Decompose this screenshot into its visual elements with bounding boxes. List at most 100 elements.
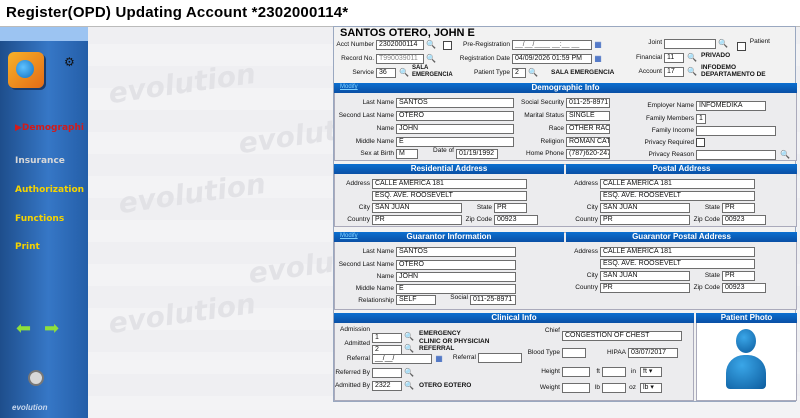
hipaa-field[interactable]: 03/07/2017: [628, 348, 678, 358]
service-search-icon[interactable]: 🔍: [399, 68, 409, 78]
g-second-last-label: Second Last Name: [338, 261, 394, 268]
res-city-field[interactable]: SAN JUAN: [372, 203, 462, 213]
g-last-name-field[interactable]: SANTOS: [396, 247, 516, 257]
postal-zip-field[interactable]: 00923: [722, 215, 766, 225]
postal-country-field[interactable]: PR: [600, 215, 690, 225]
admitted-search-icon[interactable]: 🔍: [404, 344, 414, 354]
account-search-icon[interactable]: 🔍: [687, 67, 697, 77]
height-unit-select[interactable]: ft ▾: [640, 367, 662, 377]
gp-state-field[interactable]: PR: [722, 271, 755, 281]
phone-field[interactable]: (787)620-2474: [566, 149, 610, 159]
referral-date-field[interactable]: __/__/: [372, 354, 432, 364]
record-search-icon[interactable]: 🔍: [426, 54, 436, 64]
patient-type-field[interactable]: 2: [512, 68, 526, 78]
admitted-by-search-icon[interactable]: 🔍: [404, 381, 414, 391]
regdate-calendar-icon[interactable]: ▦: [593, 54, 603, 64]
gp-city-field[interactable]: SAN JUAN: [600, 271, 690, 281]
g-relationship-field[interactable]: SELF: [396, 295, 436, 305]
postal-address-line2[interactable]: ESQ. AVE. ROOSEVELT: [600, 191, 755, 201]
privacy-reason-field[interactable]: [696, 150, 776, 160]
ssn-field[interactable]: 011-25-8971: [566, 98, 610, 108]
income-field[interactable]: [696, 126, 776, 136]
g-name-field[interactable]: JOHN: [396, 272, 516, 282]
chief-field[interactable]: CONGESTION OF CHEST: [562, 331, 682, 341]
guarantor-modify-link[interactable]: Modify: [340, 233, 358, 239]
acct-number-field[interactable]: 2302000114: [376, 40, 424, 50]
gp-country-field[interactable]: PR: [600, 283, 690, 293]
weight-unit-select[interactable]: lb ▾: [640, 383, 662, 393]
exit-icon[interactable]: [28, 370, 44, 386]
admission-search-icon[interactable]: 🔍: [404, 332, 414, 342]
acct-checkbox[interactable]: [443, 41, 452, 50]
service-field[interactable]: 36: [376, 68, 396, 78]
gp-zip-field[interactable]: 00923: [722, 283, 766, 293]
acct-search-icon[interactable]: 🔍: [426, 40, 436, 50]
religion-field[interactable]: ROMAN CATHOLIC CH: [566, 137, 610, 147]
height-label: Height: [541, 368, 560, 375]
family-field[interactable]: 1: [696, 114, 706, 124]
height-ft-field[interactable]: [562, 367, 590, 377]
res-address-line1[interactable]: CALLE AMERICA 181: [372, 179, 527, 189]
name-field[interactable]: JOHN: [396, 124, 514, 134]
weight-oz-field[interactable]: [602, 383, 626, 393]
nav-print[interactable]: Print: [15, 242, 40, 252]
back-arrow-icon[interactable]: ⬅: [16, 318, 31, 339]
employer-label: Employer Name: [647, 102, 694, 109]
weight-lb-field[interactable]: [562, 383, 590, 393]
patient-type-search-icon[interactable]: 🔍: [528, 68, 538, 78]
nav-insurance[interactable]: Insurance: [15, 156, 65, 166]
dob-field[interactable]: 01/19/1992: [456, 149, 498, 159]
height-in-field[interactable]: [602, 367, 626, 377]
race-field[interactable]: OTHER RACE: [566, 124, 610, 134]
g-second-last-field[interactable]: OTERO: [396, 260, 516, 270]
referred-by-field[interactable]: [372, 368, 402, 378]
account-field[interactable]: 17: [664, 67, 684, 77]
res-state-field[interactable]: PR: [494, 203, 527, 213]
admitted-desc: CLINIC OR PHYSICIAN REFERRAL: [419, 338, 490, 352]
postal-state-field[interactable]: PR: [722, 203, 755, 213]
registration-form: SANTOS OTERO, JOHN E Acct Number 2302000…: [333, 26, 797, 402]
gear-icon[interactable]: ⚙: [64, 55, 75, 69]
res-zip-field[interactable]: 00923: [494, 215, 538, 225]
title-bar: Register(OPD) Updating Account *23020001…: [0, 0, 800, 27]
g-middle-field[interactable]: E: [396, 284, 516, 294]
financial-field[interactable]: 11: [664, 53, 684, 63]
prereg-field[interactable]: __/__/____ __:__ __: [512, 40, 592, 50]
regdate-field[interactable]: 04/09/2026 01:59 PM: [512, 54, 592, 64]
nav-authorization[interactable]: Authorization: [15, 185, 84, 195]
admitted-by-label: Admitted By: [334, 382, 370, 389]
gp-address-line2[interactable]: ESQ. AVE. ROOSEVELT: [600, 259, 755, 269]
last-name-field[interactable]: SANTOS: [396, 98, 514, 108]
privacy-required-checkbox[interactable]: [696, 138, 705, 147]
res-address-line2[interactable]: ESQ. AVE. ROOSEVELT: [372, 191, 527, 201]
sex-field[interactable]: M: [396, 149, 418, 159]
patient-checkbox[interactable]: [737, 42, 746, 51]
blood-type-field[interactable]: [562, 348, 586, 358]
gp-address-line1[interactable]: CALLE AMERICA 181: [600, 247, 755, 257]
second-last-field[interactable]: OTERO: [396, 111, 514, 121]
res-country-field[interactable]: PR: [372, 215, 462, 225]
forward-arrow-icon[interactable]: ➡: [44, 318, 59, 339]
joint-field[interactable]: [664, 39, 716, 49]
g-social-field[interactable]: 011-25-8971: [470, 295, 516, 305]
patient-photo-avatar[interactable]: [726, 329, 766, 391]
record-no-field[interactable]: T990039011: [376, 54, 424, 64]
joint-search-icon[interactable]: 🔍: [718, 39, 728, 49]
admission-field[interactable]: 1: [372, 333, 402, 343]
prereg-calendar-icon[interactable]: ▦: [593, 40, 603, 50]
postal-state-label: State: [704, 204, 720, 211]
nav-functions[interactable]: Functions: [15, 214, 64, 224]
privacy-reason-search-icon[interactable]: 🔍: [780, 150, 790, 160]
financial-search-icon[interactable]: 🔍: [687, 53, 697, 63]
referred-by-search-icon[interactable]: 🔍: [404, 368, 414, 378]
g-last-name-label: Last Name: [362, 248, 394, 255]
postal-address-line1[interactable]: CALLE AMERICA 181: [600, 179, 755, 189]
admitted-by-field[interactable]: 2322: [372, 381, 402, 391]
employer-field[interactable]: INFOMEDIKA: [696, 101, 766, 111]
marital-field[interactable]: SINGLE: [566, 111, 610, 121]
postal-city-field[interactable]: SAN JUAN: [600, 203, 690, 213]
nav-demographics[interactable]: ▶Demographi: [15, 123, 84, 133]
referral-calendar-icon[interactable]: ▦: [434, 354, 444, 364]
middle-name-field[interactable]: E: [396, 137, 514, 147]
demographic-modify-link[interactable]: Modify: [340, 84, 358, 90]
